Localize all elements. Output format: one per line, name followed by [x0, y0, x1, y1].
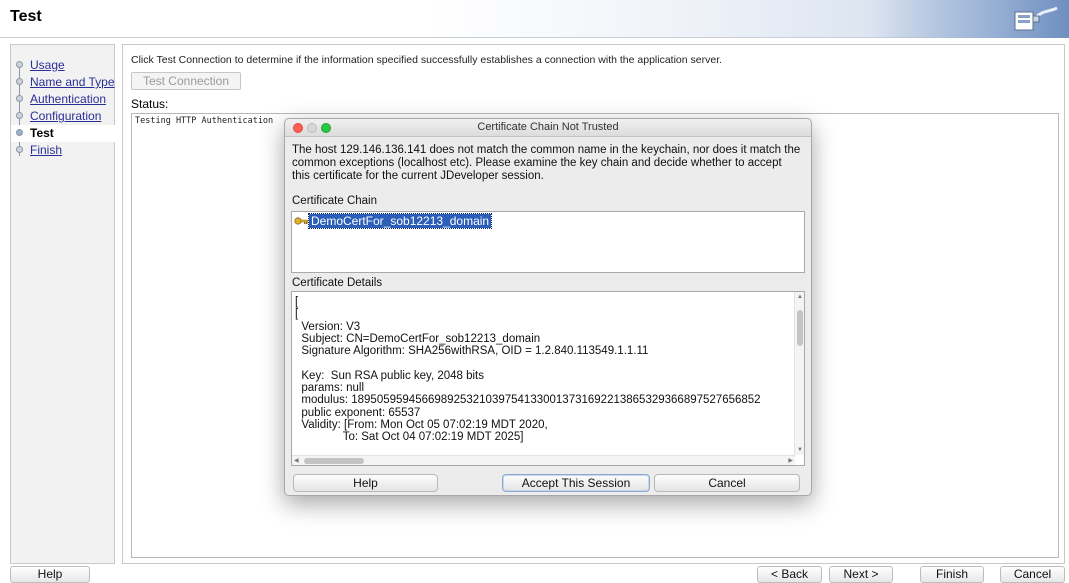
nav-item-label: Usage — [30, 58, 65, 72]
scroll-down-icon[interactable]: ▼ — [797, 447, 803, 453]
nav-item-label: Finish — [30, 143, 63, 157]
accept-session-button[interactable]: Accept This Session — [502, 474, 650, 492]
step-icon — [16, 61, 23, 68]
nav-item-label: Configuration — [30, 109, 102, 123]
step-icon — [16, 95, 23, 102]
nav-item-label: Authentication — [30, 92, 107, 106]
page-title: Test — [10, 8, 42, 25]
certificate-dialog: Certificate Chain Not Trusted The host 1… — [284, 118, 812, 496]
nav-item-configuration[interactable]: Configuration — [11, 108, 115, 125]
nav-item-authentication[interactable]: Authentication — [11, 91, 115, 108]
wizard-steps-nav: Usage Name and Type Authentication Confi… — [10, 44, 115, 564]
dialog-cancel-button[interactable]: Cancel — [654, 474, 800, 492]
certificate-name: DemoCertFor_sob12213_domain — [307, 213, 493, 229]
vertical-scroll-thumb[interactable] — [797, 310, 803, 346]
wizard-header: Test — [0, 0, 1069, 38]
certificate-chain-list[interactable]: DemoCertFor_sob12213_domain — [291, 211, 805, 273]
step-icon — [16, 78, 23, 85]
status-output-text: Testing HTTP Authentication — [135, 116, 274, 126]
step-icon — [16, 112, 23, 119]
test-connection-button[interactable]: Test Connection — [131, 72, 241, 90]
server-plug-icon — [1014, 6, 1058, 31]
nav-item-finish[interactable]: Finish — [11, 142, 115, 159]
dialog-titlebar[interactable]: Certificate Chain Not Trusted — [285, 119, 811, 137]
scroll-right-icon[interactable]: ▶ — [788, 458, 793, 464]
dialog-message: The host 129.146.136.141 does not match … — [292, 144, 801, 182]
back-button[interactable]: < Back — [757, 566, 822, 583]
finish-button[interactable]: Finish — [920, 566, 984, 583]
scroll-left-icon[interactable]: ◀ — [294, 458, 299, 464]
certificate-details-text: [ [ Version: V3 Subject: CN=DemoCertFor_… — [295, 296, 761, 444]
help-button[interactable]: Help — [10, 566, 90, 583]
instruction-text: Click Test Connection to determine if th… — [131, 54, 723, 66]
certificate-details-area[interactable]: [ [ Version: V3 Subject: CN=DemoCertFor_… — [291, 291, 805, 466]
certificate-details-label: Certificate Details — [292, 277, 383, 289]
step-icon — [16, 146, 23, 153]
cancel-button[interactable]: Cancel — [1000, 566, 1065, 583]
nav-item-test[interactable]: Test — [11, 125, 115, 142]
dialog-help-button[interactable]: Help — [293, 474, 438, 492]
next-button[interactable]: Next > — [829, 566, 893, 583]
nav-item-name-and-type[interactable]: Name and Type — [11, 74, 115, 91]
horizontal-scroll-thumb[interactable] — [304, 458, 364, 464]
dialog-title: Certificate Chain Not Trusted — [477, 121, 619, 133]
nav-item-label: Test — [30, 126, 54, 140]
vertical-scrollbar[interactable]: ▲ ▼ — [794, 292, 804, 455]
status-label: Status: — [131, 97, 169, 111]
scroll-up-icon[interactable]: ▲ — [797, 294, 803, 300]
nav-item-label: Name and Type — [30, 75, 115, 89]
horizontal-scrollbar[interactable]: ◀ ▶ — [292, 455, 795, 465]
nav-item-usage[interactable]: Usage — [11, 57, 115, 74]
step-icon — [16, 129, 23, 136]
certificate-chain-label: Certificate Chain — [292, 195, 378, 207]
key-icon — [294, 217, 308, 225]
